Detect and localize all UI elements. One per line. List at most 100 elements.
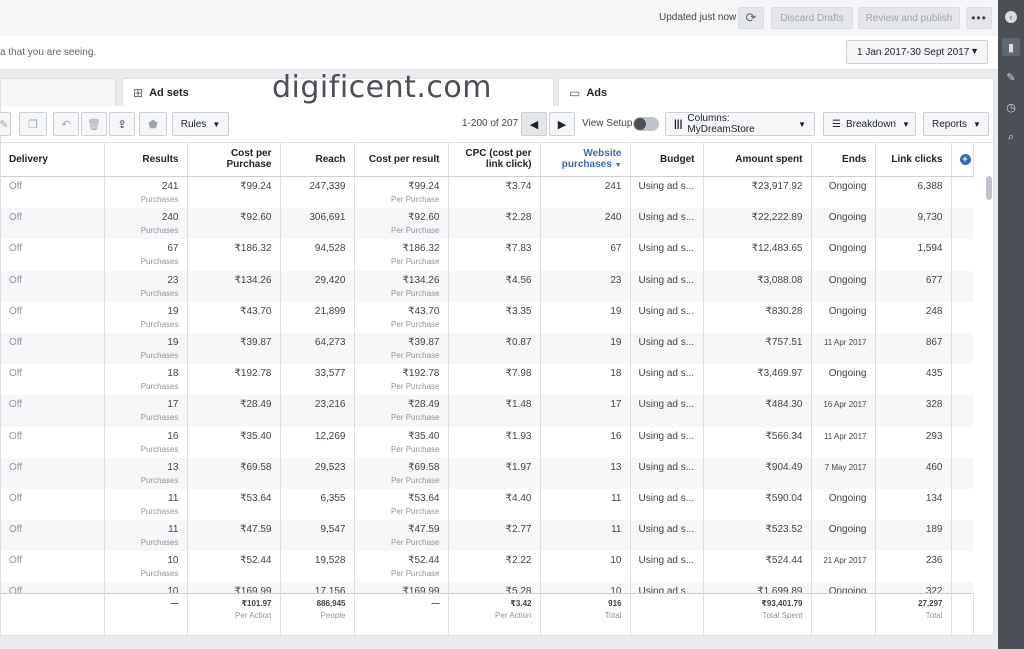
caret-right-icon: ▶ bbox=[557, 118, 567, 131]
table-row[interactable]: Off 11 Purchases ₹47.59 9,547 ₹47.59 Per Purch… bbox=[1, 520, 973, 552]
cell-value: Off bbox=[9, 492, 23, 504]
delete-icon[interactable]: 🗑 bbox=[81, 112, 107, 136]
column-header-cpc[interactable]: CPC (cost per link click) bbox=[448, 143, 541, 177]
cell-budget: Using ad s... bbox=[630, 395, 704, 427]
pagination-text: 1-200 of 207 bbox=[462, 118, 519, 129]
cell-value: Ongoing bbox=[828, 524, 867, 536]
cell-value: Using ad s... bbox=[638, 492, 695, 504]
reports-dropdown[interactable]: Reports ▼ bbox=[923, 112, 989, 136]
table-row[interactable]: Off 241 Purchases ₹99.24 247,339 ₹99.24 Per Pu… bbox=[1, 177, 973, 209]
column-header-delivery[interactable]: Delivery bbox=[1, 143, 105, 177]
column-header-cost-per-result[interactable]: Cost per result bbox=[354, 143, 449, 177]
cell-value: 18 bbox=[610, 368, 622, 380]
cell-value: ₹39.87 bbox=[408, 336, 440, 348]
cell-value: ₹3,088.08 bbox=[757, 274, 803, 286]
date-range-picker[interactable]: 1 Jan 2017-30 Sept 2017 ▼ bbox=[846, 40, 988, 64]
cell-subtext: Per Purchase bbox=[391, 350, 440, 360]
tab-ads[interactable]: ▭ Ads bbox=[558, 78, 994, 106]
cell-spacer bbox=[951, 239, 973, 271]
cell-website-purchases: 23 bbox=[540, 270, 631, 302]
preview-icon[interactable]: ⇪ bbox=[109, 112, 135, 136]
column-header-website-purchases[interactable]: Website purchases ▼ bbox=[540, 143, 631, 177]
search-icon[interactable]: ⌕ bbox=[1002, 128, 1020, 146]
edit-icon[interactable]: ✎ bbox=[0, 112, 11, 136]
cell-value: ₹35.40 bbox=[240, 430, 272, 442]
column-header-budget[interactable]: Budget bbox=[630, 143, 704, 177]
cell-reach: 9,547 bbox=[280, 520, 355, 552]
cell-value: ₹3.35 bbox=[505, 305, 532, 317]
table-scrollbar[interactable] bbox=[986, 176, 992, 200]
cell-link-clicks: 867 bbox=[875, 332, 952, 365]
cell-link-clicks: 248 bbox=[875, 301, 952, 333]
next-page-button[interactable]: ▶ bbox=[549, 112, 575, 136]
column-header-link-clicks[interactable]: Link clicks bbox=[875, 143, 952, 177]
table-row[interactable]: Off 17 Purchases ₹28.49 23,216 ₹28.49 Per Purc… bbox=[1, 395, 973, 427]
pencil-icon[interactable]: ✎ bbox=[1002, 68, 1020, 86]
review-and-publish-button[interactable]: Review and publish bbox=[858, 7, 960, 29]
bar-chart-icon[interactable]: ▮ bbox=[1002, 38, 1020, 56]
cell-delivery: Off bbox=[1, 457, 105, 489]
tab-campaigns[interactable] bbox=[0, 78, 116, 106]
table-row[interactable]: Off 19 Purchases ₹43.70 21,899 ₹43.70 Per Purc… bbox=[1, 301, 973, 333]
table-row[interactable]: Off 67 Purchases ₹186.32 94,528 ₹186.32 Per Pu… bbox=[1, 239, 973, 271]
column-header-amount-spent[interactable]: Amount spent bbox=[703, 143, 812, 177]
cell-spacer bbox=[951, 551, 973, 583]
breakdown-dropdown[interactable]: ☰ Breakdown ▼ bbox=[823, 112, 916, 136]
column-header-reach[interactable]: Reach bbox=[280, 143, 355, 177]
refresh-button[interactable]: ⟳ bbox=[738, 7, 764, 29]
discard-drafts-button[interactable]: Discard Drafts bbox=[771, 7, 853, 29]
view-setup-toggle[interactable] bbox=[633, 117, 659, 131]
cell-value: Using ad s... bbox=[638, 368, 695, 380]
previous-page-button[interactable]: ◀ bbox=[521, 112, 547, 136]
cell-website-purchases: 67 bbox=[540, 239, 631, 271]
cell-cost-per-result: ₹192.78 Per Purchase bbox=[354, 364, 449, 396]
undo-icon[interactable]: ↶ bbox=[53, 112, 79, 136]
cell-spacer bbox=[951, 270, 973, 302]
cell-value: 19 bbox=[167, 305, 179, 317]
history-icon[interactable]: ◷ bbox=[1002, 98, 1020, 116]
cell-results: 11 Purchases bbox=[104, 520, 188, 552]
cell-value: Using ad s... bbox=[638, 243, 695, 255]
caret-down-icon: ▼ bbox=[973, 119, 981, 129]
column-header-cost-per-purchase[interactable]: Cost per Purchase bbox=[187, 143, 281, 177]
column-header-results[interactable]: Results bbox=[104, 143, 188, 177]
cell-website-purchases: 10 bbox=[540, 582, 631, 593]
table-totals-row: — ₹101.97 Per Action 886,945 People — ₹3.4… bbox=[1, 593, 974, 635]
cell-ends: Ongoing bbox=[811, 488, 876, 521]
table-row[interactable]: Off 16 Purchases ₹35.40 12,269 ₹35.40 Per Purc… bbox=[1, 426, 973, 458]
cell-value: 12,269 bbox=[314, 430, 346, 442]
cell-value: ₹7.98 bbox=[505, 368, 532, 380]
cell-value: 23,216 bbox=[314, 399, 346, 411]
cell-value: ₹523.52 bbox=[765, 524, 803, 536]
collapse-icon[interactable]: ‹ bbox=[1002, 8, 1020, 26]
table-row[interactable]: Off 240 Purchases ₹92.60 306,691 ₹92.60 Per Pu… bbox=[1, 208, 973, 240]
duplicate-icon[interactable]: ❐ bbox=[19, 112, 47, 136]
cell-value: 94,528 bbox=[314, 243, 346, 255]
tag-icon[interactable]: ⬟ bbox=[139, 112, 167, 136]
cell-budget: Using ad s... bbox=[630, 551, 704, 583]
cell-value: ₹39.87 bbox=[240, 336, 272, 348]
cell-cost-per-purchase: ₹39.87 bbox=[187, 332, 281, 365]
cell-value: ₹43.70 bbox=[240, 305, 272, 317]
cell-subtext: Purchases bbox=[140, 538, 179, 548]
more-options-button[interactable]: ••• bbox=[966, 7, 992, 29]
cell-value: ₹2.22 bbox=[505, 555, 532, 567]
cell-amount-spent: ₹3,088.08 bbox=[703, 270, 812, 302]
header-line: Website bbox=[583, 147, 622, 159]
table-row[interactable]: Off 13 Purchases ₹69.58 29,523 ₹69.58 Per Purc… bbox=[1, 457, 973, 489]
table-row[interactable]: Off10Purchases₹169.9917,156₹169.99Per Pu… bbox=[1, 582, 973, 593]
add-column-button[interactable]: + bbox=[951, 143, 974, 177]
column-header-ends[interactable]: Ends bbox=[811, 143, 876, 177]
table-row[interactable]: Off 10 Purchases ₹52.44 19,528 ₹52.44 Per Purc… bbox=[1, 551, 973, 583]
table-row[interactable]: Off 19 Purchases ₹39.87 64,273 ₹39.87 Per Purc… bbox=[1, 332, 973, 365]
rules-dropdown[interactable]: Rules ▼ bbox=[172, 112, 229, 136]
cell-value: ₹904.49 bbox=[765, 461, 803, 473]
cell-subtext: Per Purchase bbox=[391, 569, 440, 579]
table-row[interactable]: Off 11 Purchases ₹53.64 6,355 ₹53.64 Per Purch… bbox=[1, 488, 973, 521]
table-row[interactable]: Off 18 Purchases ₹192.78 33,577 ₹192.78 Per Pu… bbox=[1, 364, 973, 396]
columns-dropdown[interactable]: ||| Columns: MyDreamStore ▼ bbox=[665, 112, 815, 136]
cell-website-purchases: 17 bbox=[540, 395, 631, 427]
cell-value: Using ad s... bbox=[638, 461, 695, 473]
table-row[interactable]: Off 23 Purchases ₹134.26 29,420 ₹134.26 Per Pu… bbox=[1, 270, 973, 302]
cell-value: ₹92.60 bbox=[240, 212, 272, 224]
